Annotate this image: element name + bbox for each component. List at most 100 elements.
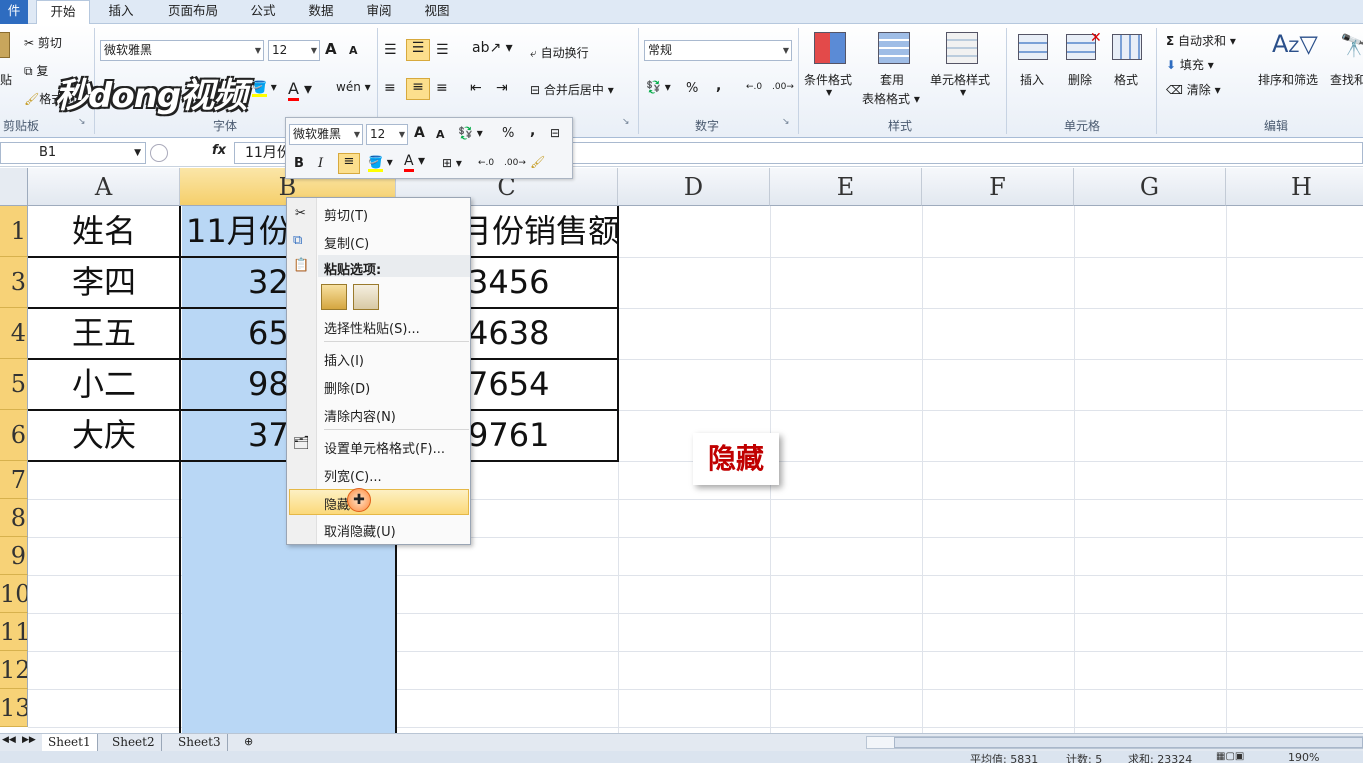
mini-brush-icon[interactable]: 🖌 — [530, 155, 545, 169]
row-header[interactable]: 8 — [0, 499, 28, 537]
row-header[interactable]: 5 — [0, 359, 28, 410]
sort-filter-icon[interactable]: AZ▽ — [1272, 30, 1318, 58]
mini-bold-button[interactable]: B — [294, 156, 304, 171]
cell-a1[interactable]: 姓名 — [28, 206, 180, 257]
table-format-icon[interactable] — [878, 32, 910, 64]
table-format-line1[interactable]: 套用 — [880, 71, 904, 88]
currency-icon[interactable]: 💱 ▾ — [646, 80, 671, 94]
scrollbar-thumb[interactable] — [894, 737, 1363, 748]
percent-button[interactable]: % — [686, 81, 698, 96]
menu-item-format-cells[interactable]: 设置单元格格式(F)... — [324, 438, 445, 457]
menu-item-column-width[interactable]: 列宽(C)... — [324, 466, 382, 485]
tab-file[interactable]: 件 — [0, 0, 28, 24]
paste-icon[interactable] — [0, 32, 10, 58]
fill-button[interactable]: ⬇ 填充 ▾ — [1166, 56, 1214, 73]
cell-c5[interactable]: 7654 — [468, 359, 618, 410]
conditional-format-button[interactable]: 条件格式 — [804, 71, 852, 88]
align-center-icon[interactable]: ≡ — [406, 78, 430, 100]
row-header[interactable]: 3 — [0, 257, 28, 308]
zoom-level[interactable]: 190% — [1288, 751, 1319, 763]
sheet-nav-last-icon[interactable]: ▶▶ — [22, 735, 36, 745]
dialog-launcher-icon[interactable]: ↘ — [78, 117, 86, 127]
sheet-nav-first-icon[interactable]: ◀◀ — [2, 735, 16, 745]
mini-italic-button[interactable]: I — [318, 156, 323, 171]
cell-c4[interactable]: 4638 — [468, 308, 618, 359]
select-all-corner[interactable] — [0, 168, 28, 206]
tab-view[interactable]: 视图 — [414, 0, 460, 24]
row-header[interactable]: 10 — [0, 575, 28, 613]
format-cells-icon[interactable] — [1112, 34, 1142, 60]
mini-size-combo[interactable]: 12 ▼ — [366, 124, 408, 145]
column-header-h[interactable]: H — [1226, 168, 1363, 206]
shrink-font-button[interactable]: A — [349, 44, 358, 57]
font-size-combo[interactable]: 12 ▼ — [268, 40, 320, 61]
clear-button[interactable]: ⌫ 清除 ▾ — [1166, 81, 1221, 98]
cell-a3[interactable]: 李四 — [28, 257, 180, 308]
cut-button[interactable]: ✂ 剪切 — [24, 34, 62, 51]
row-header[interactable]: 9 — [0, 537, 28, 575]
copy-button[interactable]: ⧉ 复 — [24, 62, 48, 79]
mini-decrease-decimal-icon[interactable]: .00→ — [504, 158, 526, 168]
menu-item-insert[interactable]: 插入(I) — [324, 350, 364, 369]
menu-item-hide[interactable]: 隐藏 — [324, 494, 350, 513]
tab-review[interactable]: 审阅 — [356, 0, 402, 24]
cell-styles-button[interactable]: 单元格样式 — [930, 71, 990, 88]
mini-grow-font-button[interactable]: A — [414, 125, 425, 141]
row-header[interactable]: 4 — [0, 308, 28, 359]
align-middle-icon[interactable]: ☰ — [406, 39, 430, 61]
cell-c6[interactable]: 9761 — [468, 410, 618, 461]
sort-filter-button[interactable]: 排序和筛选 — [1258, 71, 1318, 88]
column-header-f[interactable]: F — [922, 168, 1074, 206]
row-header[interactable]: 7 — [0, 461, 28, 499]
align-bottom-icon[interactable]: ☰ — [436, 42, 449, 58]
increase-decimal-icon[interactable]: ←.0 — [746, 82, 762, 92]
insert-cells-icon[interactable] — [1018, 34, 1048, 60]
cell-a6[interactable]: 大庆 — [28, 410, 180, 461]
row-header[interactable]: 13 — [0, 689, 28, 727]
wrap-text-button[interactable]: ⤶ 自动换行 — [530, 44, 589, 61]
sheet-tab-sheet1[interactable]: Sheet1 — [42, 734, 98, 752]
delete-cells-button[interactable]: 删除 — [1068, 71, 1092, 88]
align-right-icon[interactable]: ≡ — [436, 80, 448, 96]
merge-center-button[interactable]: ⊟ 合并后居中 ▾ — [530, 81, 614, 98]
row-header[interactable]: 1 — [0, 206, 28, 257]
insert-function-icon[interactable]: fx — [212, 143, 226, 158]
paste-keep-format-icon[interactable] — [321, 284, 347, 310]
tab-home[interactable]: 开始 — [36, 0, 90, 25]
mini-merge-icon[interactable]: ⊟ — [550, 126, 560, 140]
mini-center-icon[interactable]: ≡ — [338, 153, 360, 174]
insert-cells-button[interactable]: 插入 — [1020, 71, 1044, 88]
align-left-icon[interactable]: ≡ — [384, 80, 396, 96]
decrease-decimal-icon[interactable]: .00→ — [772, 82, 794, 92]
tab-page-layout[interactable]: 页面布局 — [156, 0, 230, 24]
font-name-combo[interactable]: 微软雅黑 ▼ — [100, 40, 264, 61]
formula-bar-resize-icon[interactable] — [150, 144, 168, 162]
column-header-e[interactable]: E — [770, 168, 922, 206]
format-cells-button[interactable]: 格式 — [1114, 71, 1138, 88]
menu-item-delete[interactable]: 删除(D) — [324, 378, 370, 397]
indent-decrease-icon[interactable]: ⇤ — [470, 80, 482, 96]
conditional-format-icon[interactable] — [814, 32, 846, 64]
mini-font-color-button[interactable]: A ▾ — [404, 153, 425, 172]
dialog-launcher-icon[interactable]: ↘ — [622, 117, 630, 127]
mini-shrink-font-button[interactable]: A — [436, 128, 445, 141]
menu-item-copy[interactable]: 复制(C) — [324, 233, 369, 252]
cell-styles-icon[interactable] — [946, 32, 978, 64]
menu-item-clear-contents[interactable]: 清除内容(N) — [324, 406, 396, 425]
menu-item-paste-special[interactable]: 选择性粘贴(S)... — [324, 318, 420, 337]
font-color-button[interactable]: A ▾ — [288, 79, 312, 101]
table-format-button[interactable]: 表格格式 ▾ — [862, 90, 920, 107]
cell-c3[interactable]: 3456 — [468, 257, 618, 308]
menu-item-cut[interactable]: 剪切(T) — [324, 205, 368, 224]
tab-data[interactable]: 数据 — [298, 0, 344, 24]
menu-item-hide-highlight[interactable] — [289, 489, 469, 515]
sheet-tab-sheet2[interactable]: Sheet2 — [106, 734, 162, 752]
cell-a4[interactable]: 王五 — [28, 308, 180, 359]
menu-item-unhide[interactable]: 取消隐藏(U) — [324, 521, 396, 540]
find-select-button[interactable]: 查找和 — [1330, 71, 1363, 88]
tab-formulas[interactable]: 公式 — [240, 0, 286, 24]
grow-font-button[interactable]: A — [325, 40, 337, 58]
column-header-d[interactable]: D — [618, 168, 770, 206]
mini-borders-icon[interactable]: ⊞ ▾ — [442, 156, 462, 170]
tab-insert[interactable]: 插入 — [98, 0, 144, 24]
